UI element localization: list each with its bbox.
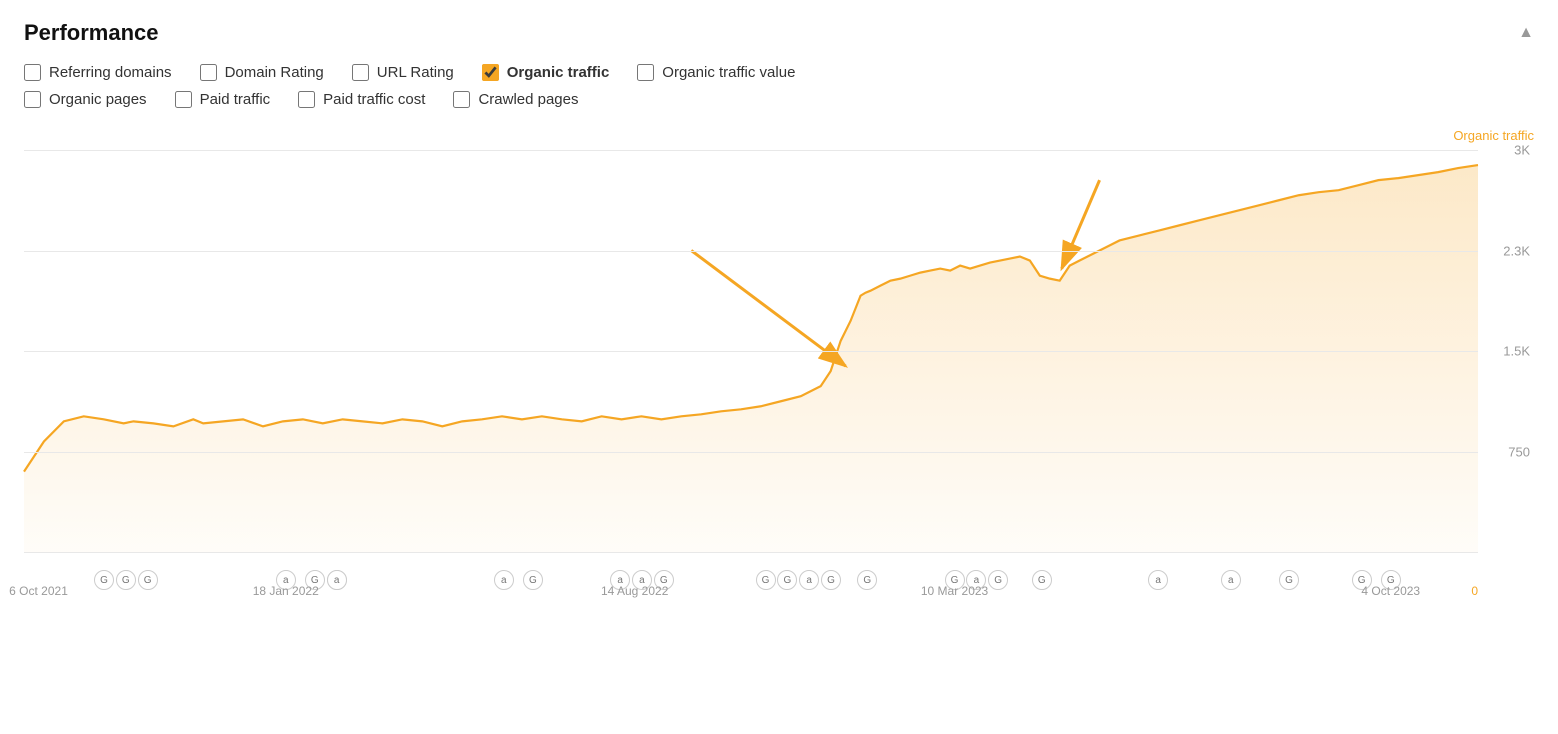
checkbox-organic-traffic-input[interactable] — [482, 64, 499, 81]
g-icon-12[interactable]: G — [756, 570, 776, 590]
y-tick-3k: 3K — [1514, 143, 1530, 158]
y-axis-label: Organic traffic — [1453, 128, 1534, 143]
x-tick-mar2023: 10 Mar 2023 — [921, 584, 988, 598]
zero-label: 0 — [1471, 584, 1478, 598]
checkbox-url-rating-input[interactable] — [352, 64, 369, 81]
checkbox-paid-traffic-input[interactable] — [175, 91, 192, 108]
checkbox-domain-rating-input[interactable] — [200, 64, 217, 81]
performance-chart: Organic traffic 3K 2.3K 1.5K 750 — [24, 122, 1534, 612]
g-icon-2[interactable]: G — [116, 570, 136, 590]
g-icon-14[interactable]: a — [799, 570, 819, 590]
checkbox-organic-pages[interactable]: Organic pages — [24, 91, 147, 108]
checkbox-domain-rating-label: Domain Rating — [225, 64, 324, 81]
checkbox-paid-traffic-cost-label: Paid traffic cost — [323, 91, 425, 108]
x-tick-aug2022: 14 Aug 2022 — [601, 584, 668, 598]
checkbox-crawled-pages-label: Crawled pages — [478, 91, 578, 108]
checkbox-paid-traffic-label: Paid traffic — [200, 91, 271, 108]
x-tick-jan2022: 18 Jan 2022 — [253, 584, 319, 598]
checkbox-referring-domains-label: Referring domains — [49, 64, 172, 81]
y-tick-1-5k: 1.5K — [1503, 344, 1530, 359]
filter-checkboxes: Referring domains Domain Rating URL Rati… — [24, 64, 1534, 108]
grid-line-1-5k: 1.5K — [24, 351, 1478, 352]
x-tick-oct2023: 4 Oct 2023 — [1361, 584, 1420, 598]
g-icon-16[interactable]: G — [857, 570, 877, 590]
g-icon-6b[interactable]: a — [327, 570, 347, 590]
grid-line-bottom — [24, 552, 1478, 553]
checkbox-organic-pages-input[interactable] — [24, 91, 41, 108]
checkbox-organic-traffic-value[interactable]: Organic traffic value — [637, 64, 795, 81]
g-icon-19[interactable]: G — [988, 570, 1008, 590]
checkbox-crawled-pages[interactable]: Crawled pages — [453, 91, 578, 108]
checkbox-organic-traffic[interactable]: Organic traffic — [482, 64, 610, 81]
g-icon-7[interactable]: a — [494, 570, 514, 590]
checkbox-paid-traffic-cost[interactable]: Paid traffic cost — [298, 91, 425, 108]
grid-line-750: 750 — [24, 452, 1478, 453]
g-icon-21[interactable]: a — [1148, 570, 1168, 590]
checkbox-organic-traffic-label: Organic traffic — [507, 64, 610, 81]
checkbox-organic-traffic-value-input[interactable] — [637, 64, 654, 81]
grid-lines: 3K 2.3K 1.5K 750 — [24, 150, 1478, 552]
checkbox-referring-domains-input[interactable] — [24, 64, 41, 81]
g-icon-8[interactable]: G — [523, 570, 543, 590]
g-icon-23[interactable]: G — [1279, 570, 1299, 590]
checkbox-row-2: Organic pages Paid traffic Paid traffic … — [24, 91, 1534, 108]
checkbox-organic-pages-label: Organic pages — [49, 91, 147, 108]
g-icon-3[interactable]: G — [138, 570, 158, 590]
g-icon-13[interactable]: G — [777, 570, 797, 590]
y-tick-2-3k: 2.3K — [1503, 243, 1530, 258]
grid-line-2-3k: 2.3K — [24, 251, 1478, 252]
g-icon-20[interactable]: G — [1032, 570, 1052, 590]
google-icons-row: G G G a G a a a G a a G G G a G G G a G … — [24, 570, 1478, 592]
chart-inner: 3K 2.3K 1.5K 750 — [24, 150, 1478, 552]
g-icon-15[interactable]: G — [821, 570, 841, 590]
checkbox-url-rating[interactable]: URL Rating — [352, 64, 454, 81]
checkbox-crawled-pages-input[interactable] — [453, 91, 470, 108]
page-title: Performance — [24, 20, 159, 46]
collapse-icon[interactable]: ▲ — [1518, 24, 1534, 42]
checkbox-referring-domains[interactable]: Referring domains — [24, 64, 172, 81]
checkbox-domain-rating[interactable]: Domain Rating — [200, 64, 324, 81]
checkbox-organic-traffic-value-label: Organic traffic value — [662, 64, 795, 81]
checkbox-paid-traffic[interactable]: Paid traffic — [175, 91, 271, 108]
checkbox-paid-traffic-cost-input[interactable] — [298, 91, 315, 108]
g-icon-22[interactable]: a — [1221, 570, 1241, 590]
page-header: Performance ▲ — [24, 20, 1534, 46]
g-icon-1[interactable]: G — [94, 570, 114, 590]
checkbox-url-rating-label: URL Rating — [377, 64, 454, 81]
checkbox-row-1: Referring domains Domain Rating URL Rati… — [24, 64, 1534, 81]
grid-line-top: 3K — [24, 150, 1478, 151]
y-tick-750: 750 — [1508, 444, 1530, 459]
x-tick-oct2021: 6 Oct 2021 — [9, 584, 68, 598]
